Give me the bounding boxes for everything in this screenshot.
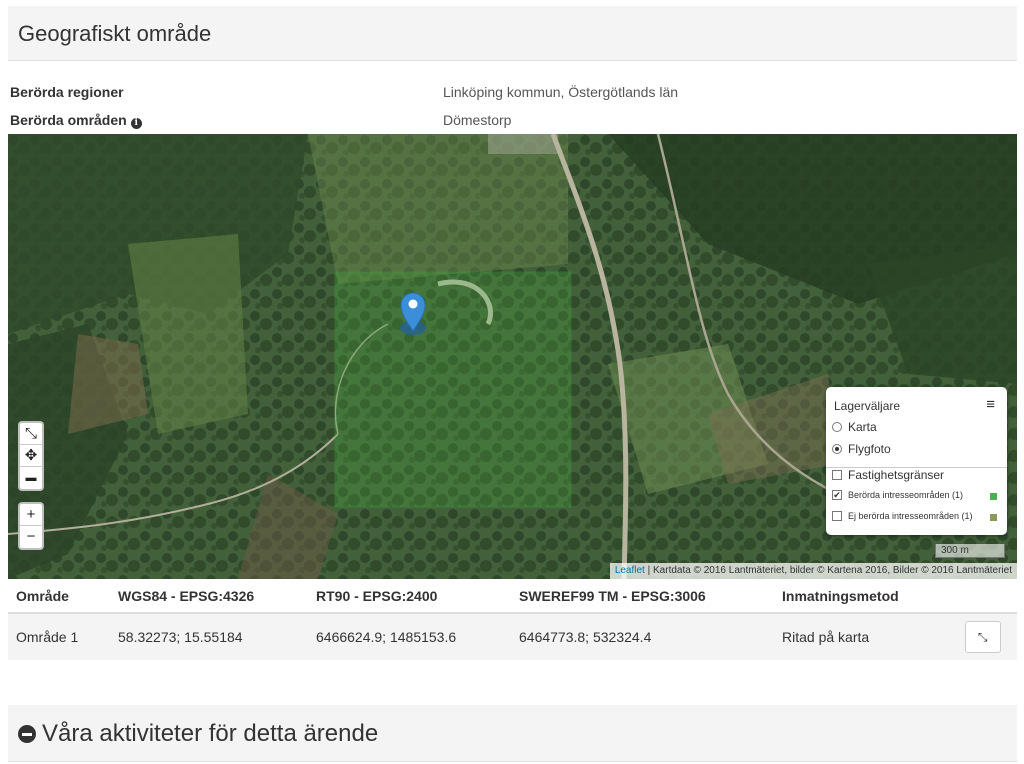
- base-layer-label: Flygfoto: [848, 442, 891, 456]
- base-layer-karta[interactable]: Karta: [832, 420, 877, 434]
- column-header: WGS84 - EPSG:4326: [110, 579, 308, 614]
- overlay-ej-berorda[interactable]: Ej berörda intresseområden (1): [832, 511, 973, 521]
- zoom-control: + −: [18, 502, 44, 550]
- overlay-berorda[interactable]: ✔ Berörda intresseområden (1): [832, 490, 963, 500]
- scale-bar: 300 m: [935, 544, 1005, 558]
- overlay-label: Fastighetsgränser: [848, 468, 945, 482]
- map-marker[interactable]: [400, 292, 426, 335]
- ruler-icon[interactable]: ▬: [20, 467, 42, 489]
- area-polygon[interactable]: [334, 271, 572, 508]
- activities-heading-text: Våra aktiviteter för detta ärende: [42, 720, 379, 747]
- map-view[interactable]: ⤡ ✥ ▬ + − Lagerväljare ≡ Karta Flygfoto …: [8, 134, 1017, 579]
- coordinates-table: Område WGS84 - EPSG:4326 RT90 - EPSG:240…: [8, 579, 1017, 660]
- regions-label: Berörda regioner: [10, 84, 124, 100]
- base-layer-label: Karta: [848, 420, 877, 434]
- overlay-label: Ej berörda intresseområden (1): [848, 511, 973, 521]
- radio-flygfoto[interactable]: [832, 444, 842, 454]
- cell-area: Område 1: [8, 613, 110, 660]
- layer-switcher-title: Lagerväljare: [834, 399, 901, 413]
- zoom-to-button[interactable]: ⤡: [964, 621, 1001, 653]
- zoom-in-button[interactable]: +: [20, 504, 42, 526]
- activities-heading[interactable]: Våra aktiviteter för detta ärende: [8, 705, 1017, 762]
- hamburger-menu-icon[interactable]: ≡: [986, 396, 995, 413]
- info-icon[interactable]: i: [130, 118, 142, 129]
- table-header-row: Område WGS84 - EPSG:4326 RT90 - EPSG:240…: [8, 579, 1017, 614]
- collapse-icon[interactable]: ⤡: [20, 423, 42, 445]
- checkbox-ej-berorda[interactable]: [832, 511, 842, 521]
- radio-karta[interactable]: [832, 422, 842, 432]
- map-attribution: Leaflet | Kartdata © 2016 Lantmäteriet, …: [609, 563, 1017, 579]
- geo-section-heading: Geografiskt område: [8, 6, 1017, 61]
- layer-switcher: Lagerväljare ≡ Karta Flygfoto Fastighets…: [826, 387, 1007, 535]
- zoom-out-button[interactable]: −: [20, 526, 42, 548]
- leaflet-link[interactable]: Leaflet: [615, 565, 645, 576]
- table-row: Område 1 58.32273; 15.55184 6466624.9; 1…: [8, 613, 1017, 660]
- regions-value: Linköping kommun, Östergötlands län: [443, 84, 679, 100]
- attribution-text: | Kartdata © 2016 Lantmäteriet, bilder ©…: [647, 565, 1012, 576]
- base-layer-flygfoto[interactable]: Flygfoto: [832, 442, 891, 456]
- column-header: Område: [8, 579, 110, 614]
- areas-value: Dömestorp: [443, 112, 512, 128]
- zoom-to-icon: ⤡: [977, 630, 988, 644]
- column-header-actions: [898, 579, 1017, 614]
- checkbox-berorda[interactable]: ✔: [832, 490, 842, 500]
- map-tools-group: ⤡ ✥ ▬: [18, 421, 44, 491]
- overlay-fastighetsgranser[interactable]: Fastighetsgränser: [832, 468, 944, 482]
- geo-heading-text: Geografiskt område: [18, 21, 212, 46]
- column-header: RT90 - EPSG:2400: [308, 579, 511, 614]
- column-header: SWEREF99 TM - EPSG:3006: [511, 579, 774, 614]
- checkbox-fastighetsgranser[interactable]: [832, 470, 842, 480]
- cell-wgs84: 58.32273; 15.55184: [110, 613, 308, 660]
- cell-method: Ritad på karta: [774, 613, 899, 660]
- crosshair-icon[interactable]: ✥: [20, 445, 42, 467]
- areas-label-wrap: Berörda områden i: [10, 112, 142, 129]
- berorda-legend-swatch: [990, 493, 997, 500]
- column-header: Inmatningsmetod: [774, 579, 899, 614]
- cell-sweref: 6464773.8; 532324.4: [511, 613, 774, 660]
- minus-circle-icon[interactable]: [18, 725, 36, 743]
- cell-rt90: 6466624.9; 1485153.6: [308, 613, 511, 660]
- ej-berorda-legend-swatch: [990, 514, 997, 521]
- overlay-label: Berörda intresseområden (1): [848, 490, 964, 500]
- cell-action: ⤡: [898, 613, 1017, 660]
- areas-label: Berörda områden: [10, 112, 127, 128]
